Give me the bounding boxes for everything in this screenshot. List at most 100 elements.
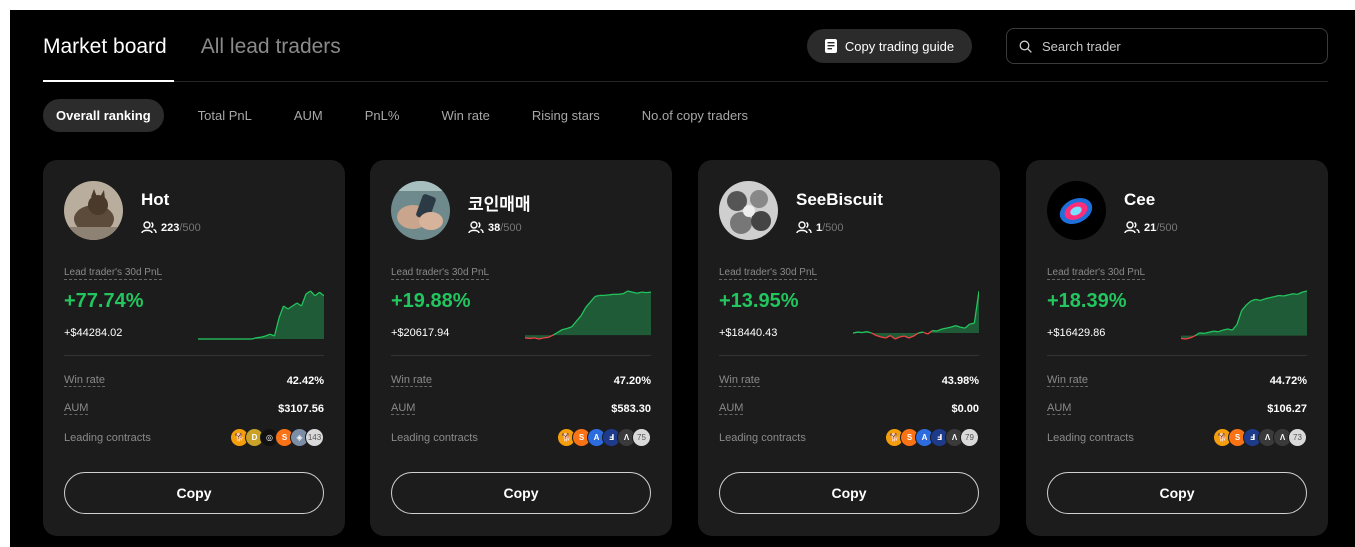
contracts-row: Leading contracts 🐕 S Ⅎ Λ Λ 73 [1047, 428, 1307, 447]
contract-icons[interactable]: 🐕 D ◎ S ◈ 143 [230, 428, 324, 447]
followers-max: /500 [822, 221, 844, 234]
trader-card[interactable]: Cee 21/500 Lead trader's 30d PnL +18.39%… [1026, 160, 1328, 536]
trader-name[interactable]: SeeBiscuit [796, 190, 883, 210]
contracts-row: Leading contracts 🐕 S A Ⅎ Λ 79 [719, 428, 979, 447]
more-contracts-count: 75 [632, 428, 651, 447]
win-rate-row: Win rate 44.72% [1047, 374, 1307, 387]
pnl-percent: +18.39% [1047, 290, 1127, 312]
trader-name[interactable]: Hot [141, 190, 169, 210]
aum-label[interactable]: AUM [719, 402, 744, 415]
search-icon [1019, 40, 1032, 53]
guide-label: Copy trading guide [844, 38, 955, 54]
header-divider [43, 81, 1328, 82]
sparkline-segment [1292, 293, 1298, 295]
leading-contracts-label: Leading contracts [1047, 431, 1134, 444]
pnl-sparkline [198, 290, 324, 340]
followers-max: /500 [500, 221, 522, 234]
aum-value: $106.27 [1267, 402, 1307, 415]
pnl-label[interactable]: Lead trader's 30d PnL [64, 267, 163, 280]
sparkline-segment [1181, 337, 1186, 340]
card-divider [719, 355, 979, 356]
leading-contracts-label: Leading contracts [391, 431, 478, 444]
sparkline-segment [618, 293, 624, 295]
pnl-sparkline [1181, 290, 1307, 340]
copy-trading-guide-button[interactable]: Copy trading guide [807, 29, 972, 63]
aum-label[interactable]: AUM [64, 402, 89, 415]
copy-button[interactable]: Copy [64, 472, 324, 514]
contract-icons[interactable]: 🐕 S Ⅎ Λ Λ 73 [1213, 428, 1307, 447]
win-rate-value: 47.20% [613, 374, 651, 387]
sparkline-area [525, 291, 651, 339]
filter-aum[interactable]: AUM [273, 99, 344, 132]
trader-card[interactable]: SeeBiscuit 1/500 Lead trader's 30d PnL +… [698, 160, 1000, 536]
document-icon [824, 39, 837, 53]
copy-button[interactable]: Copy [1047, 472, 1307, 514]
aum-row: AUM $3107.56 [64, 402, 324, 415]
main-tabs: Market board All lead traders [43, 34, 341, 60]
users-icon [1124, 221, 1140, 234]
win-rate-label[interactable]: Win rate [719, 374, 760, 387]
pnl-label[interactable]: Lead trader's 30d PnL [391, 267, 490, 280]
card-divider [391, 355, 651, 356]
copy-button[interactable]: Copy [719, 472, 979, 514]
sparkline-segment [1213, 330, 1219, 333]
pnl-amount: +$44284.02 [64, 327, 123, 339]
trader-name[interactable]: 코인매매 [468, 190, 531, 215]
tab-all-lead-traders[interactable]: All lead traders [201, 34, 341, 60]
sparkline-segment [256, 336, 262, 339]
users-icon [468, 221, 484, 234]
trader-avatar[interactable] [391, 181, 450, 240]
filter-rising-stars[interactable]: Rising stars [511, 99, 621, 132]
trader-card[interactable]: 코인매매 38/500 Lead trader's 30d PnL +19.88… [370, 160, 672, 536]
pnl-sparkline [525, 290, 651, 340]
aum-label[interactable]: AUM [1047, 402, 1072, 415]
followers-count: 223 [161, 221, 180, 234]
filter-pnl-percent[interactable]: PnL% [344, 99, 421, 132]
sparkline-segment [1278, 294, 1284, 297]
trader-card[interactable]: Hot 223/500 Lead trader's 30d PnL +77.74… [43, 160, 345, 536]
trader-name[interactable]: Cee [1124, 190, 1155, 210]
win-rate-value: 42.42% [286, 374, 324, 387]
sparkline-segment [646, 291, 651, 294]
sparkline-area [853, 291, 979, 339]
trader-avatar[interactable] [64, 181, 123, 240]
pnl-percent: +19.88% [391, 290, 471, 312]
pnl-sparkline [853, 290, 979, 340]
followers-max: /500 [1156, 221, 1178, 234]
sparkline-segment [543, 336, 549, 339]
contract-icons[interactable]: 🐕 S A Ⅎ Λ 79 [885, 428, 979, 447]
filter-total-pnl[interactable]: Total PnL [177, 99, 273, 132]
win-rate-label[interactable]: Win rate [64, 374, 105, 387]
card-divider [1047, 355, 1307, 356]
pnl-label[interactable]: Lead trader's 30d PnL [719, 267, 818, 280]
contracts-row: Leading contracts 🐕 S A Ⅎ Λ 75 [391, 428, 651, 447]
search-input[interactable] [1040, 37, 1304, 55]
active-tab-indicator [43, 80, 174, 82]
more-contracts-count: 79 [960, 428, 979, 447]
leading-contracts-label: Leading contracts [64, 431, 151, 444]
pnl-label[interactable]: Lead trader's 30d PnL [1047, 267, 1146, 280]
pnl-percent: +77.74% [64, 290, 144, 312]
search-box[interactable] [1006, 28, 1328, 64]
win-rate-label[interactable]: Win rate [391, 374, 432, 387]
trader-avatar[interactable] [719, 181, 778, 240]
filter-overall-ranking[interactable]: Overall ranking [43, 99, 164, 132]
win-rate-row: Win rate 42.42% [64, 374, 324, 387]
contract-icons[interactable]: 🐕 S A Ⅎ Λ 75 [557, 428, 651, 447]
tab-market-board[interactable]: Market board [43, 34, 167, 60]
filter-copy-traders[interactable]: No.of copy traders [621, 99, 769, 132]
filter-win-rate[interactable]: Win rate [420, 99, 510, 132]
pnl-amount: +$20617.94 [391, 327, 450, 339]
aum-value: $583.30 [611, 402, 651, 415]
copy-button[interactable]: Copy [391, 472, 651, 514]
aum-label[interactable]: AUM [391, 402, 416, 415]
sparkline-area [1181, 291, 1307, 339]
win-rate-label[interactable]: Win rate [1047, 374, 1088, 387]
aum-value: $3107.56 [278, 402, 324, 415]
followers-count: 21 [1144, 221, 1157, 234]
ranking-filters: Overall ranking Total PnL AUM PnL% Win r… [43, 99, 769, 132]
pnl-percent: +13.95% [719, 290, 799, 312]
sparkline-segment [525, 337, 530, 340]
win-rate-row: Win rate 47.20% [391, 374, 651, 387]
trader-avatar[interactable] [1047, 181, 1106, 240]
